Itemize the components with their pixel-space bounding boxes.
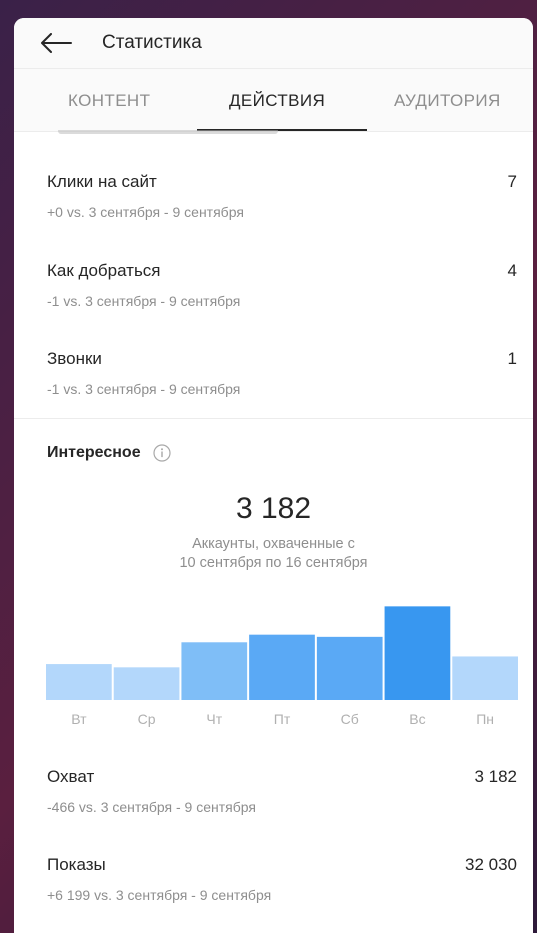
tab-bar: КОНТЕНТ ДЕЙСТВИЯ АУДИТОРИЯ <box>14 69 533 132</box>
top-bar: Статистика <box>14 18 533 69</box>
info-icon[interactable] <box>152 444 171 462</box>
tab-content[interactable]: КОНТЕНТ <box>68 91 150 111</box>
reach-caption-line2: 10 сентября по 16 сентября <box>179 555 368 571</box>
chart-tick-label: Вс <box>409 711 425 727</box>
metric-label: Охват <box>47 767 95 786</box>
metric-comparison: -1 vs. 3 сентября - 9 сентября <box>47 293 241 309</box>
metric-comparison: -466 vs. 3 сентября - 9 сентября <box>47 799 256 815</box>
reach-caption: Аккаунты, охваченные с 10 сентября по 16… <box>14 535 533 573</box>
back-button[interactable] <box>40 28 74 58</box>
list-item[interactable]: Звонки 1 -1 vs. 3 сентября - 9 сентября <box>47 349 517 397</box>
metric-label: Звонки <box>47 349 102 368</box>
daily-reach-chart: Вт Ср Чт Пт Сб Вс Пн <box>46 606 518 727</box>
chart-tick-label: Чт <box>206 711 222 727</box>
list-item[interactable]: Охват 3 182 -466 vs. 3 сентября - 9 сент… <box>47 767 517 815</box>
metric-value: 7 <box>507 172 517 191</box>
section-header: Интересное <box>47 444 171 462</box>
list-item[interactable]: Клики на сайт 7 +0 vs. 3 сентября - 9 се… <box>47 172 517 220</box>
metric-comparison: +0 vs. 3 сентября - 9 сентября <box>47 204 244 220</box>
chart-tick-label: Сб <box>341 711 359 727</box>
section-divider <box>14 418 533 419</box>
metric-label: Клики на сайт <box>47 172 157 191</box>
tab-actions[interactable]: ДЕЙСТВИЯ <box>229 91 325 111</box>
scrolled-text-remnant <box>58 130 278 138</box>
metric-comparison: -1 vs. 3 сентября - 9 сентября <box>47 381 241 397</box>
metric-comparison: +6 199 vs. 3 сентября - 9 сентября <box>47 887 272 903</box>
metric-value: 32 030 <box>465 855 517 874</box>
chart-tick-label: Вт <box>71 711 87 727</box>
metric-value: 1 <box>507 349 517 368</box>
chart-bar-Пн[interactable] <box>452 656 518 700</box>
chart-tick-label: Ср <box>138 711 156 727</box>
metric-label: Показы <box>47 855 106 874</box>
page-title: Статистика <box>102 32 202 53</box>
chart-tick-label: Пт <box>274 711 291 727</box>
arrow-left-icon <box>41 33 72 53</box>
chart-tick-label: Пн <box>476 711 494 727</box>
section-title: Интересное <box>47 444 141 461</box>
chart-bar-Чт[interactable] <box>181 642 248 700</box>
screen: Статистика КОНТЕНТ ДЕЙСТВИЯ АУДИТОРИЯ Кл… <box>14 18 533 933</box>
metric-label: Как добраться <box>47 261 161 280</box>
chart-bar-Вс[interactable] <box>384 606 451 700</box>
metric-value: 3 182 <box>474 767 517 786</box>
chart-bar-Вт[interactable] <box>46 664 112 700</box>
reach-caption-line1: Аккаунты, охваченные с <box>192 536 355 552</box>
list-item[interactable]: Как добраться 4 -1 vs. 3 сентября - 9 се… <box>47 261 517 309</box>
chart-bar-Сб[interactable] <box>316 636 383 700</box>
list-item[interactable]: Показы 32 030 +6 199 vs. 3 сентября - 9 … <box>47 855 517 903</box>
tab-audience[interactable]: АУДИТОРИЯ <box>394 91 501 111</box>
metric-value: 4 <box>507 261 517 280</box>
chart-bar-Пт[interactable] <box>249 634 315 700</box>
chart-bar-Ср[interactable] <box>113 667 180 700</box>
reach-total: 3 182 <box>235 492 312 525</box>
